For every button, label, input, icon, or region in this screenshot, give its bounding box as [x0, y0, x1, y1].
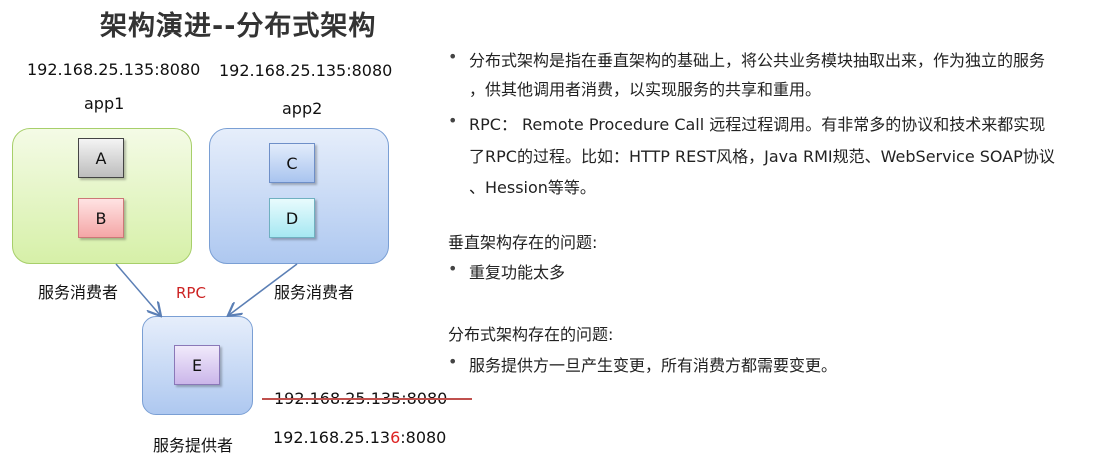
- bullet-dot: •: [448, 111, 458, 130]
- bullet-dot: •: [448, 259, 458, 278]
- app1-caption: 服务消费者: [38, 283, 119, 302]
- rpc-label: RPC: [176, 284, 206, 302]
- note-bullet2-line3: 、Hession等等。: [469, 178, 596, 197]
- vertical-problems-heading: 垂直架构存在的问题:: [448, 233, 598, 252]
- vertical-problem-item: 重复功能太多: [469, 263, 566, 282]
- provider-caption: 服务提供者: [153, 436, 234, 455]
- note-bullet2-line2: 了RPC的过程。比如：HTTP REST风格，Java RMI规范、WebSer…: [469, 147, 1055, 166]
- old-ip-strikethrough: [262, 398, 472, 400]
- distributed-problems-heading: 分布式架构存在的问题:: [448, 325, 614, 344]
- note-bullet1-line2: ，供其他调用者消费，以实现服务的共享和重用。: [469, 80, 822, 99]
- note-bullet2-line1: RPC： Remote Procedure Call 远程过程调用。有非常多的协…: [469, 115, 1046, 134]
- bullet-dot: •: [448, 47, 458, 66]
- provider-new-ip: 192.168.25.136:8080: [273, 428, 447, 447]
- arrow-app1-to-provider: [115, 263, 160, 315]
- note-bullet1-line1: 分布式架构是指在垂直架构的基础上，将公共业务模块抽取出来，作为独立的服务: [469, 51, 1046, 70]
- distributed-problem-item: 服务提供方一旦产生变更，所有消费方都需要变更。: [469, 356, 838, 375]
- app2-caption: 服务消费者: [274, 283, 355, 302]
- changed-digit: 6: [390, 428, 401, 447]
- bullet-dot: •: [448, 352, 458, 371]
